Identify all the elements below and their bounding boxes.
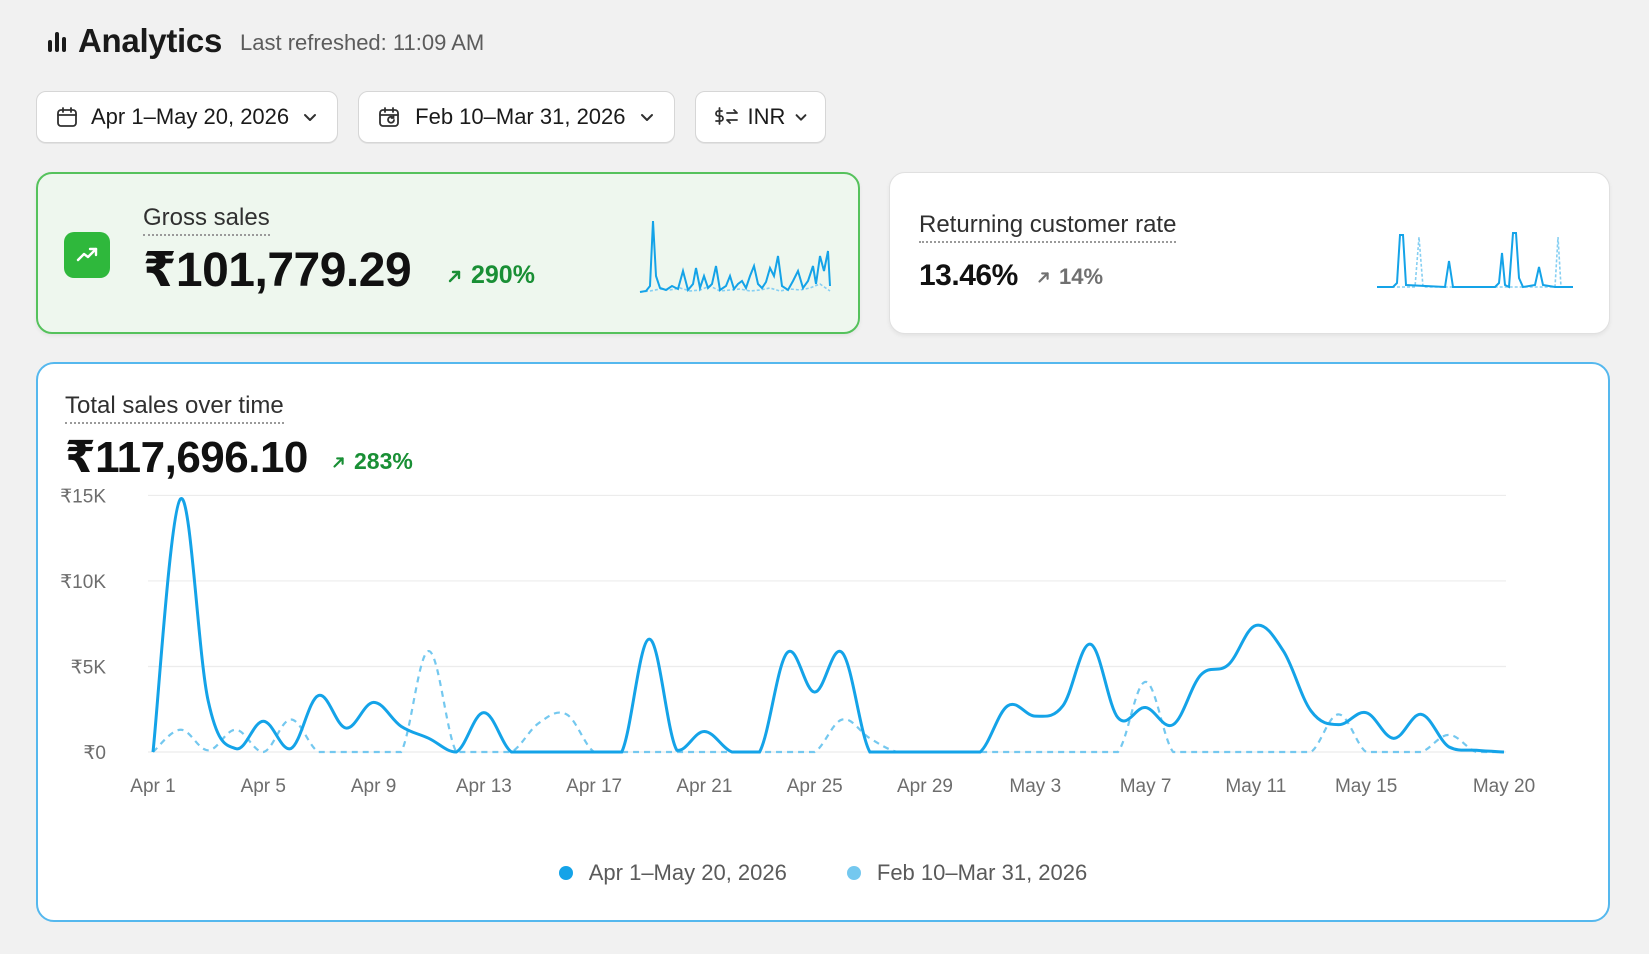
chart-legend: Apr 1–May 20, 2026 Feb 10–Mar 31, 2026 — [38, 860, 1608, 886]
returning-customer-rate-card[interactable]: Returning customer rate 13.46% 14% — [889, 172, 1610, 334]
analytics-bars-icon — [48, 30, 66, 52]
x-tick-label: May 11 — [1225, 776, 1286, 797]
legend-label-primary: Apr 1–May 20, 2026 — [588, 860, 787, 885]
returning-customer-rate-sparkline — [1377, 232, 1573, 289]
last-refreshed-text: Last refreshed: 11:09 AM — [240, 30, 485, 55]
returning-customer-rate-change-value: 14% — [1059, 264, 1104, 289]
gross-sales-sparkline — [639, 220, 831, 293]
analytics-page: Analytics Last refreshed: 11:09 AM Apr 1… — [0, 0, 1649, 954]
compare-range-picker[interactable]: Feb 10–Mar 31, 2026 — [358, 91, 675, 143]
gross-sales-card[interactable]: Gross sales ₹101,779.29 290% — [36, 172, 860, 334]
x-tick-label: Apr 13 — [456, 776, 512, 797]
filter-bar: Apr 1–May 20, 2026 Feb 10–Mar 31, 2026 I… — [36, 91, 827, 143]
x-tick-label: Apr 5 — [241, 776, 286, 797]
gross-sales-change: 290% — [445, 261, 535, 290]
chevron-down-icon — [795, 114, 807, 121]
legend-dot-primary — [558, 866, 573, 880]
x-tick-label: Apr 17 — [566, 776, 622, 797]
date-range-label: Apr 1–May 20, 2026 — [91, 104, 290, 129]
date-range-picker[interactable]: Apr 1–May 20, 2026 — [36, 91, 339, 143]
returning-customer-rate-value: 13.46% — [919, 259, 1018, 292]
chevron-down-icon — [640, 114, 653, 121]
arrow-up-right-icon — [448, 270, 461, 282]
x-tick-label: Apr 29 — [897, 776, 953, 797]
x-tick-label: Apr 25 — [787, 776, 843, 797]
currency-label: INR — [747, 104, 786, 129]
page-title: Analytics — [78, 22, 223, 59]
currency-exchange-icon — [714, 107, 738, 125]
gross-sales-value: ₹101,779.29 — [143, 244, 412, 297]
calendar-icon — [57, 107, 77, 127]
x-tick-label: Apr 9 — [351, 776, 396, 797]
gross-sales-label[interactable]: Gross sales — [143, 204, 270, 236]
total-sales-line-chart[interactable]: ₹0₹5K₹10K₹15K Apr 1 Apr 5 Apr 9 Apr 13 Apr 1… — [38, 364, 1608, 834]
x-tick-label: May 15 — [1335, 776, 1397, 797]
y-tick-label: ₹10K — [60, 572, 106, 593]
legend-dot-comparison — [846, 866, 861, 880]
arrow-up-right-icon — [1038, 272, 1049, 283]
y-tick-label: ₹5K — [71, 657, 107, 678]
total-sales-chart-card: Total sales over time ₹117,696.10 283% ₹… — [36, 362, 1610, 922]
returning-customer-rate-label[interactable]: Returning customer rate — [919, 211, 1177, 243]
x-axis-labels: Apr 1 Apr 5 Apr 9 Apr 13 Apr 17 Apr 21 Apr 25 A… — [130, 776, 1535, 797]
page-header: Analytics Last refreshed: 11:09 AM — [48, 22, 484, 60]
x-tick-label: May 20 — [1473, 776, 1535, 797]
x-tick-label: May 7 — [1120, 776, 1172, 797]
x-tick-label: Apr 21 — [676, 776, 732, 797]
grid-lines — [148, 494, 1506, 753]
y-axis-labels: ₹0 ₹5K ₹10K ₹15K — [60, 486, 106, 764]
gross-sales-change-value: 290% — [471, 261, 535, 289]
y-tick-label: ₹15K — [60, 486, 106, 507]
calendar-compare-icon — [379, 107, 400, 127]
y-tick-label: ₹0 — [83, 743, 106, 764]
legend-item-primary[interactable]: Apr 1–May 20, 2026 — [558, 860, 787, 886]
x-tick-label: Apr 1 — [130, 776, 175, 797]
legend-item-comparison[interactable]: Feb 10–Mar 31, 2026 — [846, 860, 1088, 886]
compare-range-label: Feb 10–Mar 31, 2026 — [415, 104, 626, 129]
legend-label-comparison: Feb 10–Mar 31, 2026 — [876, 860, 1088, 885]
returning-customer-rate-change: 14% — [1035, 264, 1103, 290]
chevron-down-icon — [304, 114, 317, 121]
currency-selector[interactable]: INR — [694, 91, 827, 143]
series-line-primary — [151, 497, 1505, 754]
x-tick-label: May 3 — [1009, 776, 1061, 797]
trending-up-icon — [64, 232, 110, 278]
